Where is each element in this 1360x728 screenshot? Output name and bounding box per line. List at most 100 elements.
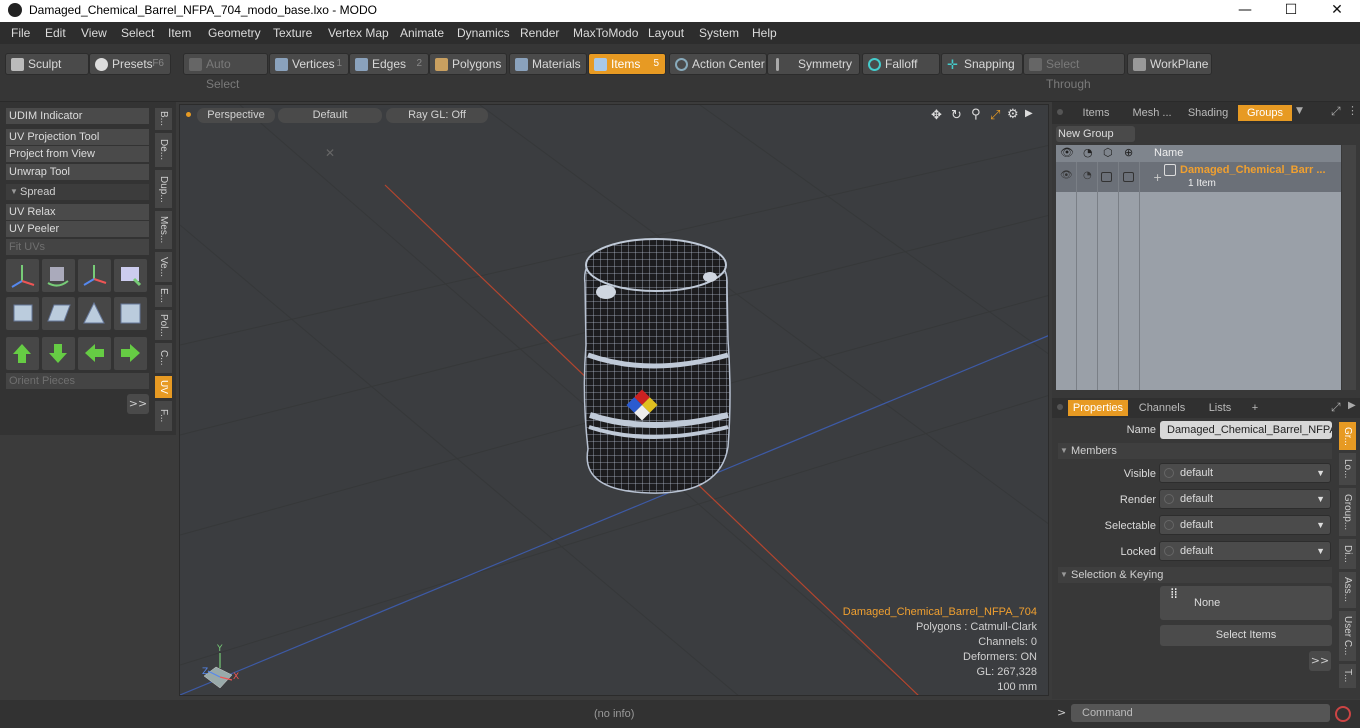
menu-layout[interactable]: Layout xyxy=(648,26,684,40)
menu-render[interactable]: Render xyxy=(520,26,559,40)
vtab-display[interactable]: Di... xyxy=(1339,539,1356,569)
name-field[interactable]: Damaged_Chemical_Barrel_NFPA xyxy=(1160,421,1332,439)
groups-scrollbar[interactable] xyxy=(1342,145,1356,390)
menu-view[interactable]: View xyxy=(81,26,107,40)
render-select[interactable]: default ▼ xyxy=(1159,489,1331,509)
vtab-duplicate[interactable]: Dup... xyxy=(155,170,172,208)
vtab-polygon[interactable]: Pol... xyxy=(155,310,172,340)
uv-transform-icon[interactable] xyxy=(6,259,39,292)
members-section[interactable]: ▼ Members xyxy=(1058,443,1332,459)
presets-button[interactable]: Presets F6 xyxy=(89,53,171,75)
tab-dropdown-icon[interactable]: ▼ xyxy=(1296,106,1303,116)
selectable-select[interactable]: default ▼ xyxy=(1159,515,1331,535)
vtab-locator[interactable]: Lo... xyxy=(1339,453,1356,485)
visible-toggle-icon[interactable]: 👁 xyxy=(1060,170,1073,181)
zoom-icon[interactable]: ⚲ xyxy=(971,107,981,122)
vtab-vertex[interactable]: Ve... xyxy=(155,252,172,282)
panel-menu-dot[interactable] xyxy=(1057,109,1063,115)
panel-options-icon[interactable]: ⋮ xyxy=(1347,104,1358,117)
tab-channels[interactable]: Channels xyxy=(1132,400,1192,416)
3d-viewport[interactable]: ✕ Perspective Default Ray GL: Off ✥ ↻ ⚲ … xyxy=(179,104,1049,696)
snapping-button[interactable]: ✛ Snapping xyxy=(941,53,1023,75)
uv-rotate-icon[interactable] xyxy=(42,259,75,292)
uv-box-icon[interactable] xyxy=(114,259,147,292)
menu-geometry[interactable]: Geometry xyxy=(208,26,261,40)
add-tab-button[interactable]: + xyxy=(1248,400,1262,416)
more-properties-button[interactable]: >> xyxy=(1309,651,1331,671)
properties-settings-icon[interactable]: ▶ xyxy=(1348,400,1356,411)
minimize-button[interactable]: — xyxy=(1222,0,1268,22)
uv-relax-button[interactable]: UV Relax xyxy=(6,204,149,220)
uv-projection-tool-button[interactable]: UV Projection Tool xyxy=(6,129,149,145)
uv-cylinder-icon[interactable] xyxy=(6,297,39,330)
items-button[interactable]: Items 5 xyxy=(588,53,666,75)
arrow-up-icon[interactable] xyxy=(6,337,39,370)
orient-pieces-button[interactable]: Orient Pieces xyxy=(6,373,149,389)
maximize-viewport-icon[interactable]: ⤢ xyxy=(990,108,1000,123)
vtab-assembly[interactable]: Ass... xyxy=(1339,572,1356,608)
tab-groups[interactable]: Groups xyxy=(1238,105,1292,121)
visibility-column-icon[interactable]: 👁 xyxy=(1060,146,1074,159)
group-row[interactable]: 👁 ◔ + Damaged_Chemical_Barr ... 1 Item xyxy=(1056,162,1341,192)
vtab-basic[interactable]: B... xyxy=(155,108,172,130)
select-column-icon[interactable]: ⬡ xyxy=(1103,146,1113,159)
menu-animate[interactable]: Animate xyxy=(400,26,444,40)
fit-uvs-button[interactable]: Fit UVs xyxy=(6,239,149,255)
polygons-button[interactable]: Polygons xyxy=(429,53,507,75)
tab-properties[interactable]: Properties xyxy=(1068,400,1128,416)
edges-button[interactable]: Edges 2 xyxy=(349,53,429,75)
udim-indicator-button[interactable]: UDIM Indicator xyxy=(6,108,149,124)
menu-maxtomodo[interactable]: MaxToModo xyxy=(573,26,638,40)
arrow-right-icon[interactable] xyxy=(114,337,147,370)
symmetry-button[interactable]: Symmetry xyxy=(767,53,860,75)
menu-help[interactable]: Help xyxy=(752,26,777,40)
uv-move-icon[interactable] xyxy=(78,259,111,292)
menu-item[interactable]: Item xyxy=(168,26,191,40)
new-group-button[interactable]: New Group xyxy=(1056,126,1135,142)
arrow-left-icon[interactable] xyxy=(78,337,111,370)
vtab-deform[interactable]: De... xyxy=(155,133,172,167)
materials-button[interactable]: Materials xyxy=(509,53,587,75)
unwrap-tool-button[interactable]: Unwrap Tool xyxy=(6,164,149,180)
select-through-button[interactable]: Select Through xyxy=(1023,53,1125,91)
vtab-group[interactable]: Gr... xyxy=(1339,422,1356,450)
render-toggle-icon[interactable]: ◔ xyxy=(1083,170,1092,181)
close-button[interactable]: ✕ xyxy=(1314,0,1360,22)
uv-plane-icon[interactable] xyxy=(78,297,111,330)
view-mode-button[interactable]: Perspective xyxy=(197,108,275,123)
vertices-button[interactable]: Vertices 1 xyxy=(269,53,349,75)
selectable-toggle[interactable] xyxy=(1101,172,1112,182)
vtab-user-channels[interactable]: User C... xyxy=(1339,611,1356,661)
select-items-button[interactable]: Select Items xyxy=(1160,625,1332,646)
keying-none-button[interactable]: ⁞⁞ None xyxy=(1160,586,1332,620)
maximize-button[interactable]: ☐ xyxy=(1268,0,1314,22)
menu-vertex-map[interactable]: Vertex Map xyxy=(328,26,389,40)
expand-panel-icon[interactable]: ⤢ xyxy=(1331,104,1341,119)
uv-sphere-icon[interactable] xyxy=(114,297,147,330)
menu-file[interactable]: File xyxy=(11,26,30,40)
uv-grid-icon[interactable] xyxy=(42,297,75,330)
pan-icon[interactable]: ✥ xyxy=(931,108,942,123)
tab-lists[interactable]: Lists xyxy=(1194,400,1246,416)
tab-shading[interactable]: Shading xyxy=(1181,105,1235,121)
workplane-button[interactable]: WorkPlane xyxy=(1127,53,1212,75)
menu-select[interactable]: Select xyxy=(121,26,154,40)
menu-system[interactable]: System xyxy=(699,26,739,40)
menu-edit[interactable]: Edit xyxy=(45,26,66,40)
more-tools-button[interactable]: >> xyxy=(127,394,149,414)
action-center-button[interactable]: Action Center xyxy=(669,53,767,75)
locked-select[interactable]: default ▼ xyxy=(1159,541,1331,561)
selection-keying-section[interactable]: ▼ Selection & Keying xyxy=(1058,567,1332,583)
lock-column-icon[interactable]: ⊕ xyxy=(1124,146,1133,159)
uv-peeler-button[interactable]: UV Peeler xyxy=(6,221,149,237)
viewport-expand-icon[interactable]: ▶ xyxy=(1025,108,1033,119)
tab-mesh[interactable]: Mesh ... xyxy=(1125,105,1179,121)
visible-select[interactable]: default ▼ xyxy=(1159,463,1331,483)
viewport-menu-dot[interactable] xyxy=(186,112,191,117)
vtab-mesh-edit[interactable]: Mes... xyxy=(155,211,172,249)
sculpt-button[interactable]: Sculpt xyxy=(5,53,89,75)
menu-dynamics[interactable]: Dynamics xyxy=(457,26,510,40)
rotate-view-icon[interactable]: ↻ xyxy=(951,108,962,123)
command-input[interactable]: Command xyxy=(1071,704,1330,722)
vtab-edge[interactable]: E... xyxy=(155,285,172,307)
